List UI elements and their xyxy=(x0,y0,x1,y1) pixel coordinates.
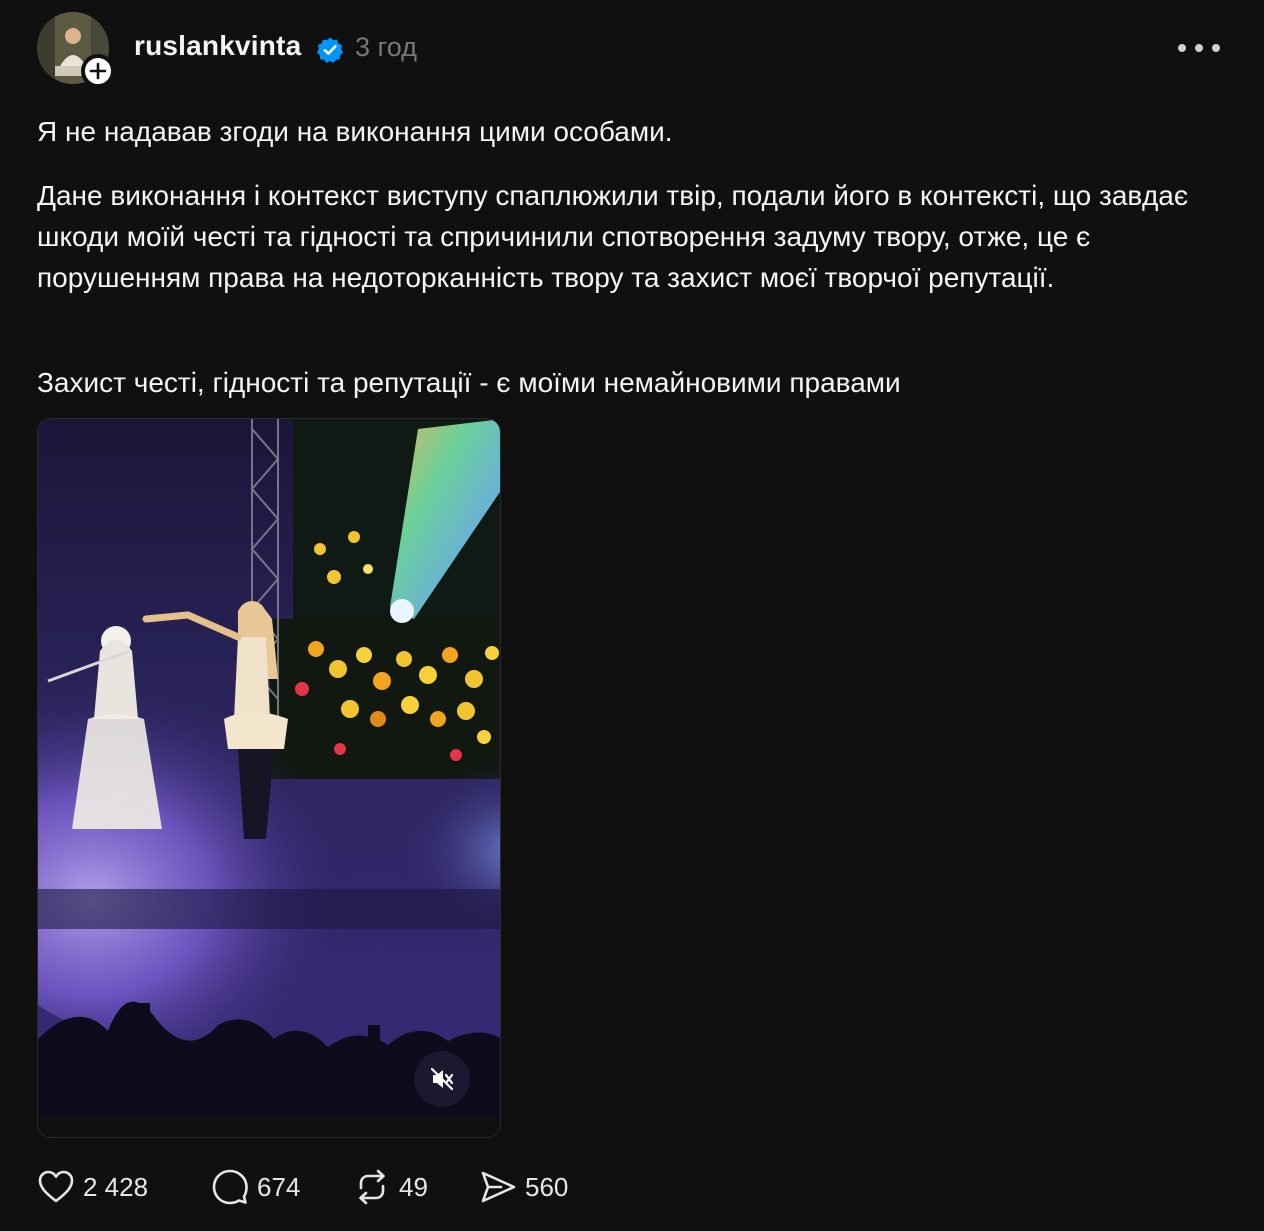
speaker-muted-icon xyxy=(430,1067,454,1091)
repost-icon xyxy=(359,1169,385,1205)
post-actions-bar: 2 428 674 49 560 xyxy=(37,1164,737,1210)
reply-count: 674 xyxy=(257,1171,301,1202)
post-text-paragraph-1: Я не надавав згоди на виконання цими осо… xyxy=(37,116,673,147)
more-horizontal-icon xyxy=(1195,44,1203,52)
more-options-button[interactable] xyxy=(1178,36,1220,60)
video-frame xyxy=(38,419,500,1137)
repost-count: 49 xyxy=(399,1171,428,1202)
mute-toggle-button[interactable] xyxy=(414,1051,470,1107)
threads-post: ruslankvinta 3 год Я не надавав згоди на… xyxy=(0,0,1264,1231)
like-button[interactable]: 2 428 xyxy=(37,1164,148,1210)
avatar-container[interactable] xyxy=(37,12,115,88)
post-time[interactable]: 3 год xyxy=(355,32,417,63)
reply-button[interactable]: 674 xyxy=(211,1164,300,1210)
plus-icon xyxy=(89,62,107,80)
send-icon xyxy=(481,1171,516,1203)
like-count: 2 428 xyxy=(83,1171,149,1202)
post-text-paragraph-3: Захист честі, гідності та репутації - є … xyxy=(37,367,901,398)
more-horizontal-icon xyxy=(1178,44,1186,52)
username[interactable]: ruslankvinta xyxy=(134,30,301,62)
post-video[interactable] xyxy=(37,418,501,1138)
verified-badge-icon xyxy=(317,37,343,63)
more-horizontal-icon xyxy=(1212,44,1220,52)
share-count: 560 xyxy=(525,1171,569,1202)
comment-icon xyxy=(212,1169,248,1205)
heart-icon xyxy=(38,1170,74,1203)
post-text-paragraph-2: Дане виконання і контекст виступу спаплю… xyxy=(37,180,1189,293)
share-button[interactable]: 560 xyxy=(479,1164,568,1210)
repost-button[interactable]: 49 xyxy=(353,1164,428,1210)
follow-button[interactable] xyxy=(81,54,115,88)
